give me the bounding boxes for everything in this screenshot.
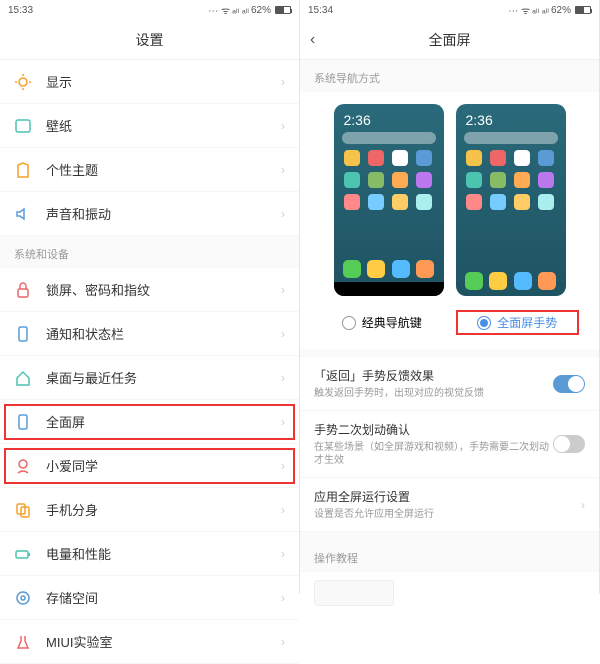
- row-xiaoai[interactable]: 小爱同学›: [0, 444, 299, 488]
- chevron-right-icon: ›: [281, 75, 285, 89]
- row-home[interactable]: 桌面与最近任务›: [0, 356, 299, 400]
- back-button[interactable]: ‹: [310, 31, 315, 49]
- section-tutorial: 操作教程: [300, 540, 599, 572]
- row-sound[interactable]: 声音和振动›: [0, 192, 299, 236]
- sun-icon: [14, 73, 32, 91]
- row-app-fullscreen[interactable]: 应用全屏运行设置 设置是否允许应用全屏运行 ›: [300, 478, 599, 532]
- chevron-right-icon: ›: [281, 503, 285, 517]
- row-fullscreen[interactable]: 全面屏›: [0, 400, 299, 444]
- page-title: 全面屏: [429, 30, 471, 50]
- shirt-icon: [14, 161, 32, 179]
- row-notifications[interactable]: 通知和状态栏›: [0, 312, 299, 356]
- chevron-right-icon: ›: [281, 327, 285, 341]
- row-theme[interactable]: 个性主题›: [0, 148, 299, 192]
- radio-gesture[interactable]: 全面屏手势: [456, 310, 580, 335]
- chevron-right-icon: ›: [281, 371, 285, 385]
- status-time: 15:33: [8, 5, 33, 16]
- status-time: 15:34: [308, 5, 333, 16]
- status-bar: 15:33 ₐₗₗ ₐₗₗ 62%: [0, 0, 299, 20]
- page-title: 设置: [136, 30, 164, 50]
- lock-icon: [14, 281, 32, 299]
- nav-radio-group: 经典导航键 全面屏手势: [300, 304, 599, 349]
- phone-left: 15:33 ₐₗₗ ₐₗₗ 62% 设置 显示› 壁纸› 个性主题› 声音和振动…: [0, 0, 300, 594]
- toggle-swipe-confirm[interactable]: [553, 435, 585, 453]
- phone-icon: [14, 325, 32, 343]
- chevron-right-icon: ›: [281, 635, 285, 649]
- row-lockscreen[interactable]: 锁屏、密码和指纹›: [0, 268, 299, 312]
- chevron-right-icon: ›: [281, 459, 285, 473]
- row-battery[interactable]: 电量和性能›: [0, 532, 299, 576]
- tutorial-item[interactable]: [314, 580, 394, 606]
- fullscreen-icon: [14, 413, 32, 431]
- chevron-right-icon: ›: [281, 207, 285, 221]
- nav-previews: 2:36 2:36: [300, 92, 599, 304]
- row-secondspace[interactable]: 手机分身›: [0, 488, 299, 532]
- toggle-back-feedback[interactable]: [553, 375, 585, 393]
- row-storage[interactable]: 存储空间›: [0, 576, 299, 620]
- preview-gesture[interactable]: 2:36: [456, 104, 566, 296]
- radio-classic[interactable]: 经典导航键: [320, 310, 444, 335]
- lab-icon: [14, 633, 32, 651]
- chevron-right-icon: ›: [281, 547, 285, 561]
- status-bar: 15:34 ₐₗₗ ₐₗₗ 62%: [300, 0, 599, 20]
- preview-time: 2:36: [338, 108, 440, 130]
- chevron-right-icon: ›: [581, 498, 585, 512]
- home-icon: [14, 369, 32, 387]
- chevron-right-icon: ›: [281, 283, 285, 297]
- section-system: 系统和设备: [0, 236, 299, 268]
- row-lab[interactable]: MIUI实验室›: [0, 620, 299, 664]
- speaker-icon: [14, 205, 32, 223]
- page-header: 设置: [0, 20, 299, 60]
- image-icon: [14, 117, 32, 135]
- row-back-feedback[interactable]: 「返回」手势反馈效果 触发返回手势时，出现对应的视觉反馈: [300, 357, 599, 411]
- row-swipe-confirm[interactable]: 手势二次划动确认 在某些场景（如全屏游戏和视频），手势需要二次划动才生效: [300, 411, 599, 478]
- battery-icon: [14, 545, 32, 563]
- chevron-right-icon: ›: [281, 591, 285, 605]
- storage-icon: [14, 589, 32, 607]
- chevron-right-icon: ›: [281, 163, 285, 177]
- phone-right: 15:34 ₐₗₗ ₐₗₗ 62% ‹ 全面屏 系统导航方式 2:36 2:36…: [300, 0, 600, 594]
- chevron-right-icon: ›: [281, 119, 285, 133]
- clone-icon: [14, 501, 32, 519]
- row-display[interactable]: 显示›: [0, 60, 299, 104]
- row-wallpaper[interactable]: 壁纸›: [0, 104, 299, 148]
- preview-classic[interactable]: 2:36: [334, 104, 444, 296]
- ai-icon: [14, 457, 32, 475]
- section-nav-mode: 系统导航方式: [300, 60, 599, 92]
- page-header: ‹ 全面屏: [300, 20, 599, 60]
- preview-time: 2:36: [460, 108, 562, 130]
- chevron-right-icon: ›: [281, 415, 285, 429]
